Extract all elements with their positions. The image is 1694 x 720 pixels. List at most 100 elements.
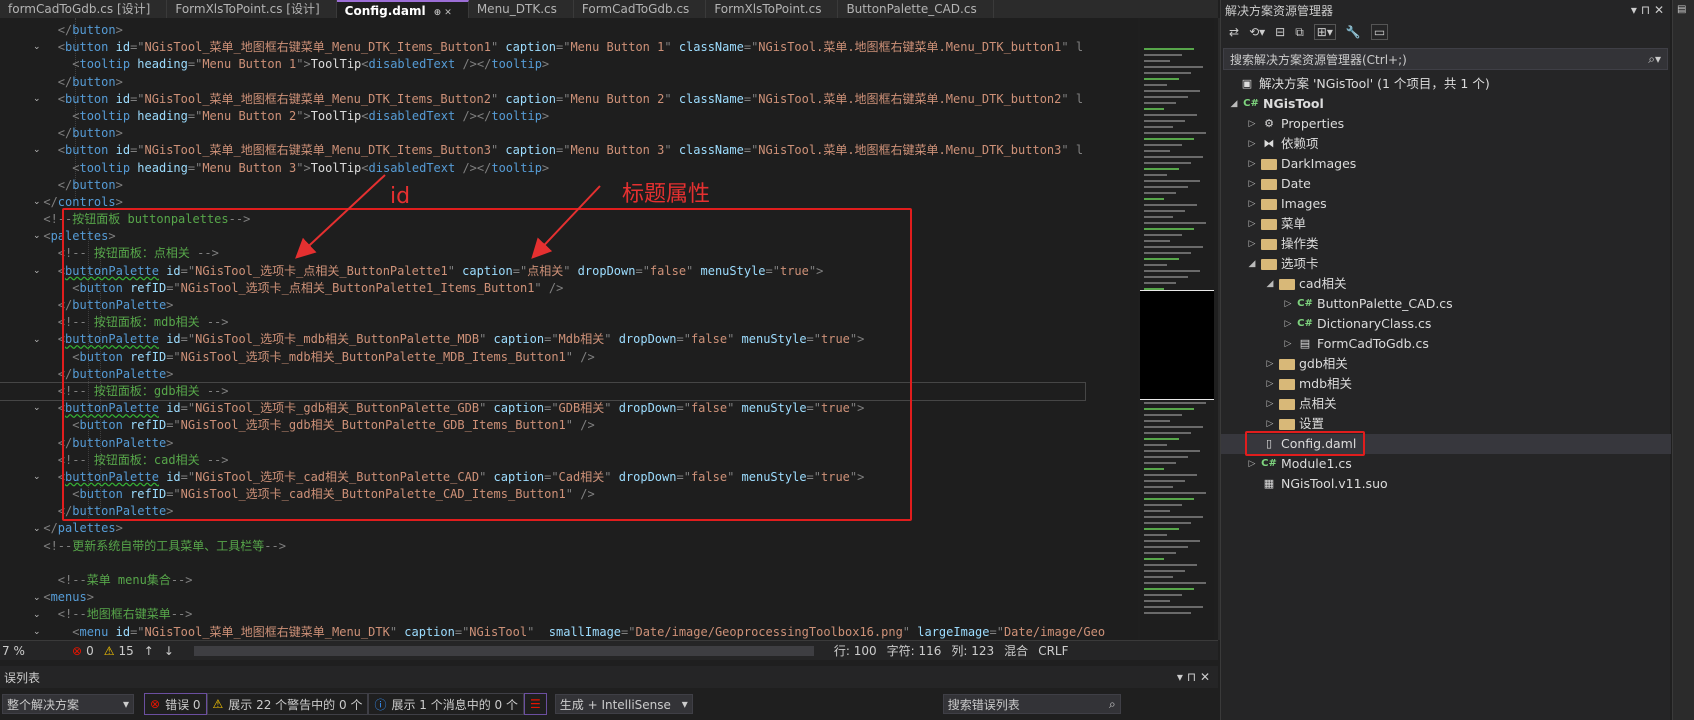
collapsed-arrow-icon[interactable]: ▷ [1247,154,1257,174]
tree-item[interactable]: ▯ Config.daml [1221,431,1671,456]
minimap-line [1144,522,1191,524]
tree-item[interactable]: ◢ C# NGisTool [1221,94,1671,114]
tree-item[interactable]: ◢ 选项卡 [1221,254,1671,274]
collapsed-arrow-icon[interactable]: ▷ [1247,214,1257,234]
build-source-dropdown[interactable]: 生成 + IntelliSense ▾ [554,694,693,714]
tab-2[interactable]: Config.daml ⊕ ✕ [336,0,469,18]
code-line[interactable]: </button> [0,177,1105,194]
solution-search-input[interactable]: 搜索解决方案资源管理器(Ctrl+;) ⌕▾ [1223,48,1668,70]
collapsed-arrow-icon[interactable]: ▷ [1265,354,1275,374]
tab-4[interactable]: FormCadToGdb.cs [574,0,707,18]
tree-item[interactable]: ▷ 操作类 [1221,234,1671,254]
code-line[interactable]: </palettes> [0,520,1105,537]
tab-0[interactable]: formCadToGdb.cs [设计] [0,0,168,18]
code-line[interactable]: <button id="NGisTool_菜单_地图框右键菜单_Menu_DTK… [0,91,1105,108]
tree-item[interactable]: ▷ Images [1221,194,1671,214]
tree-item-label: mdb相关 [1299,376,1353,391]
tree-item-label: Module1.cs [1281,456,1352,471]
history-icon[interactable]: ⟲▾ [1249,25,1265,39]
code-line[interactable]: <button id="NGisTool_菜单_地图框右键菜单_Menu_DTK… [0,142,1105,159]
whitespace-mode[interactable]: 混合 [1004,642,1028,659]
error-list-search-input[interactable]: 搜索错误列表 ⌕ [942,694,1121,714]
code-line[interactable]: <button id="NGisTool_菜单_地图框右键菜单_Menu_DTK… [0,39,1105,56]
collapsed-arrow-icon[interactable]: ▷ [1247,134,1257,154]
tree-item[interactable]: ▷ 点相关 [1221,394,1671,414]
tree-item[interactable]: ▷ ▤ FormCadToGdb.cs [1221,334,1671,354]
collapsed-arrow-icon[interactable]: ▷ [1283,334,1293,354]
code-line[interactable]: <!--地图框右键菜单--> [0,606,1105,623]
zoom-level[interactable]: 7 % [2,644,42,658]
collapsed-arrow-icon[interactable]: ▷ [1265,374,1275,394]
properties-tab-icon[interactable]: ▤ [1677,4,1686,15]
panel-controls[interactable]: ▾ ⊓ ✕ [1177,670,1210,684]
expanded-arrow-icon[interactable]: ◢ [1265,274,1275,294]
search-icon: ⌕ [1109,696,1116,711]
properties-wrench-icon[interactable]: 🔧 [1346,25,1361,39]
tree-item[interactable]: ▷ ⧓ 依赖项 [1221,134,1671,154]
expanded-arrow-icon[interactable]: ◢ [1247,254,1257,274]
messages-filter-button[interactable]: ⓘ 展示 1 个消息中的 0 个 [368,693,524,715]
code-line[interactable]: <menu id="NGisTool_菜单_地图框右键菜单_Menu_DTK" … [0,624,1105,640]
code-token: 地图框右键菜单 [86,607,171,622]
code-editor[interactable]: ⌄ ⌄ ⌄ ⌄ ⌄ ⌄ ⌄ ⌄ ⌄ ⌄ ⌄ ⌄ ⌄ </button> <button id="NGis… [0,18,1138,640]
tree-item[interactable]: ▷ DarkImages [1221,154,1671,174]
error-count[interactable]: 0 [86,644,94,658]
minimap-line [1144,546,1188,548]
errors-filter-button[interactable]: ⊗ 错误 0 [144,693,207,715]
collapsed-arrow-icon[interactable]: ▷ [1247,454,1257,474]
tab-1[interactable]: FormXlsToPoint.cs [设计] [167,0,337,18]
error-count-icon[interactable]: ⊗ [72,644,82,658]
collapsed-arrow-icon[interactable]: ▷ [1265,394,1275,414]
scope-dropdown[interactable]: 整个解决方案 ▾ [2,694,134,714]
code-line[interactable]: <!--菜单 menu集合--> [0,572,1105,589]
code-line[interactable]: <tooltip heading="Menu Button 3">ToolTip… [0,160,1105,177]
expanded-arrow-icon[interactable]: ◢ [1229,94,1239,114]
tree-item[interactable]: ▷ ⚙ Properties [1221,114,1671,134]
nav-down-icon[interactable]: ↓ [164,644,174,658]
nav-up-icon[interactable]: ↑ [144,644,154,658]
tab-5[interactable]: FormXlsToPoint.cs [706,0,839,18]
tab-pin-close-icon[interactable]: ⊕ ✕ [434,8,452,18]
warnings-filter-button[interactable]: ⚠ 展示 22 个警告中的 0 个 [206,693,369,715]
collapsed-arrow-icon[interactable]: ▷ [1247,114,1257,134]
tree-item[interactable]: ▷ Date [1221,174,1671,194]
code-line[interactable]: <!--更新系统自带的工具菜单、工具栏等--> [0,538,1105,555]
switch-views-icon[interactable]: ⇄ [1229,25,1239,39]
tree-item[interactable]: ▣ 解决方案 'NGisTool' (1 个项目，共 1 个) [1221,74,1671,94]
collapsed-arrow-icon[interactable]: ▷ [1283,314,1293,334]
tree-item[interactable]: ▷ 菜单 [1221,214,1671,234]
warning-count-icon[interactable]: ⚠ [104,644,115,658]
code-line[interactable]: </button> [0,125,1105,142]
collapsed-arrow-icon[interactable]: ▷ [1283,294,1293,314]
tree-item[interactable]: ▷ C# DictionaryClass.cs [1221,314,1671,334]
filter-view-icon[interactable]: ⊞▾ [1313,24,1336,40]
code-line[interactable] [0,555,1105,572]
line-ending[interactable]: CRLF [1038,644,1068,658]
code-token: id [115,91,131,106]
tree-item[interactable]: ▷ mdb相关 [1221,374,1671,394]
warning-count[interactable]: 15 [118,644,133,658]
collapsed-arrow-icon[interactable]: ▷ [1247,194,1257,214]
panel-controls[interactable]: ▾ ⊓ ✕ [1631,3,1664,17]
tree-item[interactable]: ◢ cad相关 [1221,274,1671,294]
tree-item[interactable]: ▷ gdb相关 [1221,354,1671,374]
minimap-viewport[interactable] [1140,290,1214,400]
collapsed-arrow-icon[interactable]: ▷ [1247,174,1257,194]
code-line[interactable]: <tooltip heading="Menu Button 2">ToolTip… [0,108,1105,125]
code-line[interactable]: </button> [0,74,1105,91]
horizontal-scrollbar[interactable] [193,645,814,656]
code-line[interactable]: </button> [0,22,1105,39]
tab-3[interactable]: Menu_DTK.cs [469,0,574,18]
tree-item[interactable]: ▦ NGisTool.v11.suo [1221,474,1671,494]
tree-item[interactable]: ▷ C# ButtonPalette_CAD.cs [1221,294,1671,314]
show-files-icon[interactable]: ⧉ [1295,25,1304,40]
tab-6[interactable]: ButtonPalette_CAD.cs [838,0,994,18]
preview-selected-icon[interactable]: ▭ [1370,24,1389,40]
collapsed-arrow-icon[interactable]: ▷ [1247,234,1257,254]
filter-icon[interactable]: ☰ [524,693,547,715]
messages-filter-label: 展示 1 个消息中的 0 个 [391,697,518,712]
code-line[interactable]: <menus> [0,589,1105,606]
collapse-all-icon[interactable]: ⊟ [1275,25,1285,39]
code-line[interactable]: <tooltip heading="Menu Button 1">ToolTip… [0,56,1105,73]
tree-item[interactable]: ▷ C# Module1.cs [1221,454,1671,474]
